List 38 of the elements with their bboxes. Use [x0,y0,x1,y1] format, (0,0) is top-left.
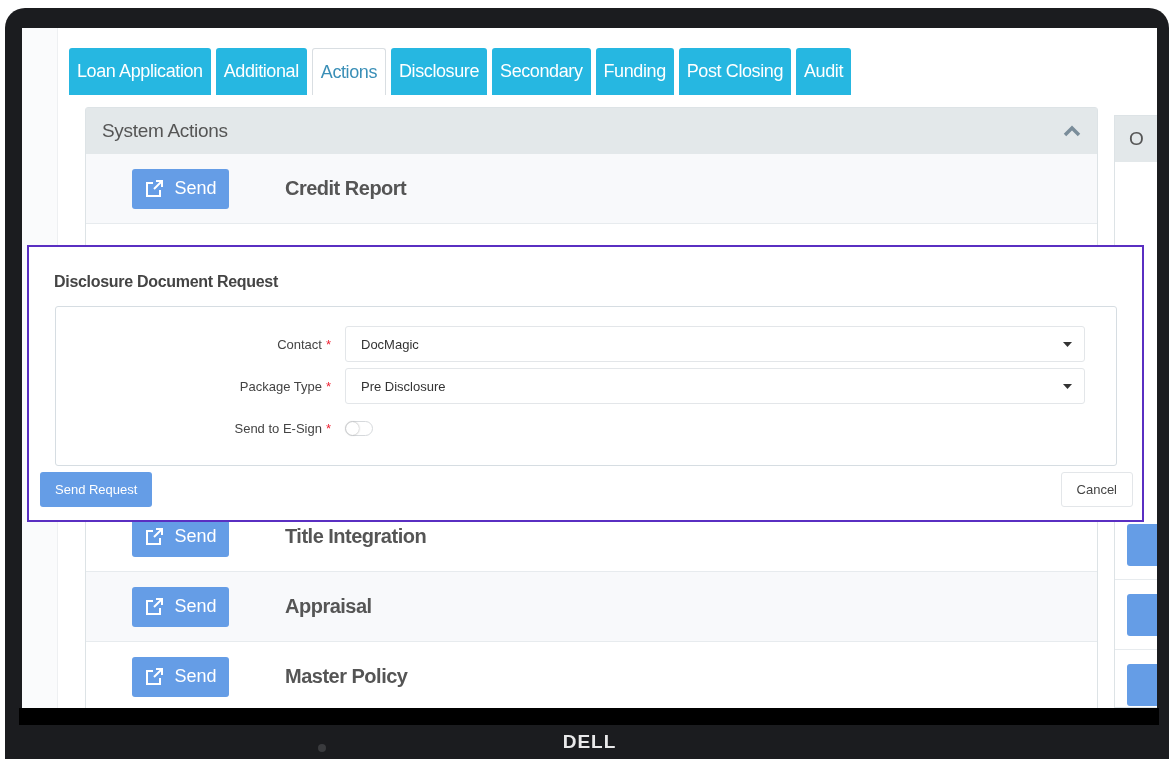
field-label: Send to E-Sign * [233,420,331,436]
tab[interactable]: Secondary [492,48,591,95]
field-label: Contact * [276,336,331,352]
select-field[interactable]: Pre Disclosure [345,368,1085,404]
tab[interactable]: Audit [796,48,852,95]
action-label: Credit Report [285,177,407,200]
share-icon [144,666,165,687]
tab[interactable]: Additional [215,48,307,95]
field-label: Package Type * [238,378,331,394]
action-label: Title Integration [285,525,427,548]
tab[interactable]: Actions [311,48,386,95]
brand-logo: DELL [562,731,617,753]
tab[interactable]: Disclosure [391,48,488,95]
share-icon [144,596,165,617]
tab[interactable]: Loan Application [69,48,211,95]
send-button[interactable]: Send [132,586,229,627]
cancel-button[interactable]: Cancel [1060,472,1133,507]
send-request-button[interactable]: Send Request [40,472,153,507]
dialog-title: Disclosure Document Request [54,273,279,291]
side-button[interactable] [1127,593,1157,636]
caret-icon [1063,341,1072,347]
action-label: Master Policy [285,665,408,688]
side-button[interactable] [1127,523,1157,566]
share-icon [144,526,165,547]
share-icon [144,178,165,199]
side-panel-title: O [1129,128,1144,150]
panel-title: System Actions [102,120,228,142]
select-field[interactable]: DocMagic [345,326,1085,362]
caret-icon [1063,383,1072,389]
send-button[interactable]: Send [132,168,229,209]
chevron-up-icon[interactable] [1063,125,1081,137]
tab[interactable]: Post Closing [678,48,791,95]
send-button[interactable]: Send [132,656,229,697]
toggle-switch[interactable] [345,420,373,436]
action-label: Appraisal [285,595,372,618]
tab[interactable]: Funding [595,48,674,95]
camera-dot [318,744,326,752]
side-button[interactable] [1127,663,1157,706]
